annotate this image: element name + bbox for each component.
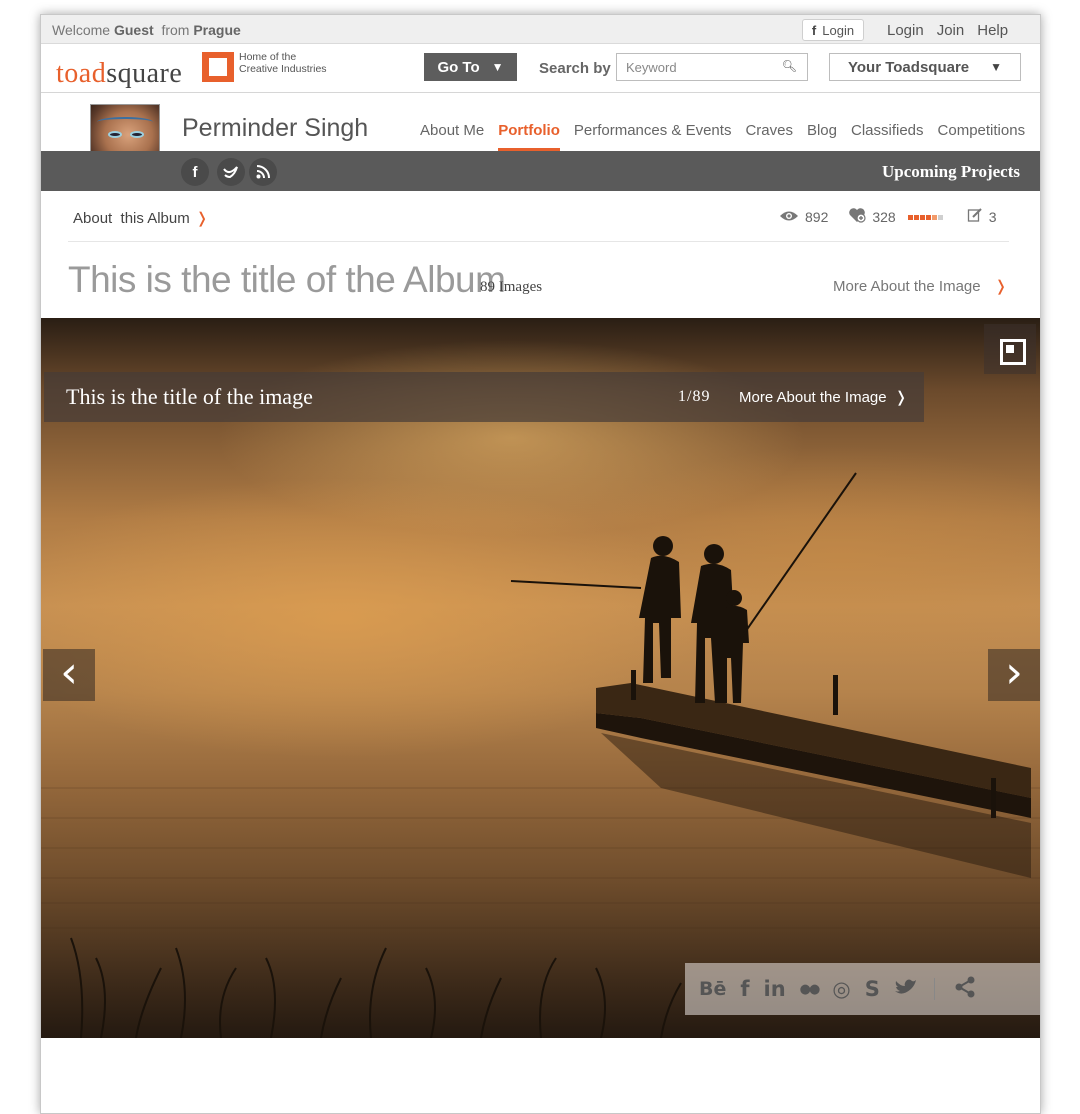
rating-bar [907, 214, 943, 220]
search-icon[interactable]: 🔍︎ [782, 59, 797, 73]
rating-segment [925, 214, 931, 220]
reviews-count: 3 [988, 209, 997, 225]
chevron-right-icon: ❭ [994, 278, 1008, 295]
help-link[interactable]: Help [977, 22, 1008, 39]
next-image-button[interactable]: › [988, 649, 1040, 701]
your-toadsquare-label: Your Toadsquare [848, 59, 970, 76]
twitter-icon[interactable] [894, 977, 918, 1002]
nav-craves[interactable]: Craves [745, 122, 793, 139]
facebook-login-label: Login [822, 22, 855, 38]
welcome-user: Guest [113, 22, 154, 38]
share-bar: Bē f in ●● ◎ S [685, 963, 1040, 1015]
behance-icon[interactable]: Bē [699, 978, 726, 1000]
image-title: This is the title of the image [66, 384, 313, 409]
welcome-prefix: Welcome [52, 22, 111, 38]
chevron-down-icon: ▼ [990, 60, 1002, 74]
facebook-icon[interactable]: f [181, 158, 209, 186]
logo-wordmark: toadsquare [56, 58, 183, 89]
rating-segment [907, 214, 913, 220]
image-viewer[interactable]: This is the title of the image 1/89 More… [41, 318, 1040, 1038]
facebook-login-button[interactable]: f Login [802, 19, 864, 41]
chevron-right-icon: ❭ [195, 210, 209, 227]
welcome-from: from [161, 22, 190, 38]
welcome-city: Prague [193, 22, 241, 38]
about-album-link[interactable]: About this Album ❭ [73, 209, 208, 227]
profile-bar: f Upcoming Projects [41, 151, 1040, 191]
chevron-right-icon: ❭ [894, 389, 908, 406]
eye-icon [779, 209, 799, 226]
nav-competitions[interactable]: Competitions [938, 122, 1026, 139]
search-by-label: Search by [539, 60, 611, 77]
previous-image-button[interactable]: ‹ [43, 649, 95, 701]
image-title-bar: This is the title of the image 1/89 More… [44, 372, 924, 422]
edit-review-icon[interactable] [967, 207, 983, 227]
search-placeholder: Keyword [626, 60, 677, 75]
more-about-image-overlay-link[interactable]: More About the Image ❭ [739, 388, 907, 406]
fullscreen-icon[interactable] [984, 324, 1036, 374]
facebook-icon: f [811, 22, 817, 38]
upcoming-projects-link[interactable]: Upcoming Projects [882, 162, 1020, 182]
logo-square-icon [202, 52, 234, 82]
album-stats: 892 328 3 [779, 207, 997, 227]
divider [933, 978, 935, 1000]
about-album-label: About this Album [73, 210, 190, 227]
site-header: toadsquare Home of the Creative Industrie… [41, 45, 1040, 93]
heart-plus-icon[interactable] [848, 207, 866, 227]
fishing-photo [41, 472, 1040, 1038]
goto-dropdown[interactable]: Go To ▼ [424, 53, 517, 81]
welcome-text: Welcome Guest from Prague [52, 22, 241, 38]
image-counter: 1/89 [678, 388, 711, 405]
join-link[interactable]: Join [937, 22, 965, 39]
flickr-icon[interactable]: ●● [800, 982, 821, 997]
top-bar: Welcome Guest from Prague f Login Login … [41, 15, 1040, 44]
divider [68, 241, 1009, 242]
logo-tagline: Home of the Creative Industries [239, 51, 327, 75]
twitter-icon[interactable] [217, 158, 245, 186]
likes-count: 328 [872, 209, 896, 225]
more-about-image-link[interactable]: More About the Image ❭ [833, 277, 1007, 295]
goto-label: Go To [437, 58, 480, 76]
chevron-down-icon: ▼ [491, 60, 504, 74]
rating-segment [919, 214, 925, 220]
nav-blog[interactable]: Blog [807, 122, 837, 139]
dribbble-icon[interactable]: ◎ [832, 977, 850, 1001]
nav-about-me[interactable]: About Me [420, 122, 484, 139]
facebook-icon[interactable]: f [740, 977, 749, 1001]
linkedin-icon[interactable]: in [764, 977, 786, 1001]
login-link[interactable]: Login [887, 22, 924, 39]
more-about-label: More About the Image [833, 278, 981, 295]
rating-segment [931, 214, 937, 220]
nav-performances-events[interactable]: Performances & Events [574, 122, 732, 139]
share-icon[interactable] [953, 975, 977, 1004]
views-count: 892 [805, 209, 829, 225]
rating-segment [913, 214, 919, 220]
your-toadsquare-dropdown[interactable]: Your Toadsquare ▼ [829, 53, 1021, 81]
image-count: 89 Images [480, 279, 543, 295]
stumbleupon-icon[interactable]: S [865, 977, 880, 1001]
nav-classifieds[interactable]: Classifieds [851, 122, 924, 139]
nav-portfolio[interactable]: Portfolio [498, 122, 560, 151]
profile-name: Perminder Singh [182, 114, 369, 142]
search-input[interactable]: Keyword 🔍︎ [616, 53, 808, 81]
profile-nav: About Me Portfolio Performances & Events… [420, 122, 1026, 151]
album-title: This is the title of the Album [68, 259, 506, 300]
rating-segment [937, 214, 943, 220]
rss-icon[interactable] [249, 158, 277, 186]
page-container: Welcome Guest from Prague f Login Login … [40, 14, 1041, 1114]
top-links: Login Join Help [887, 22, 1008, 39]
